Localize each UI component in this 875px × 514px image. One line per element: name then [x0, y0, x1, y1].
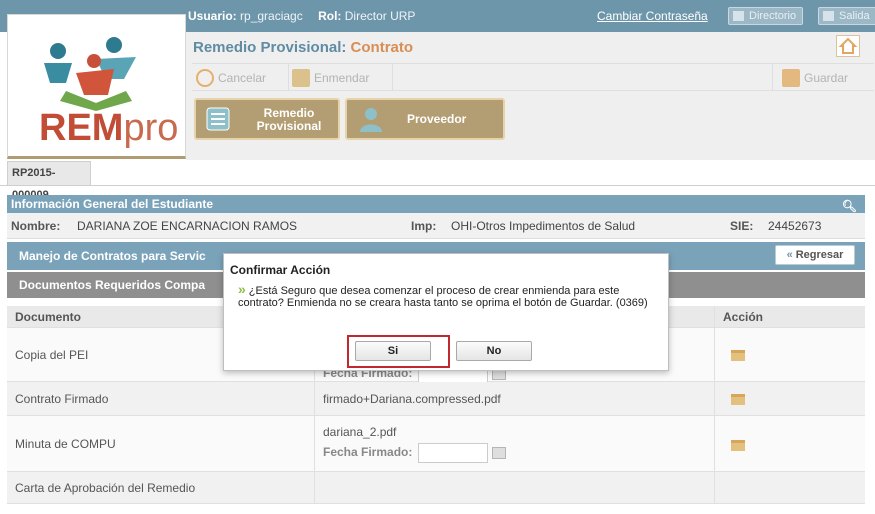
- logo-panel: REMpro: [7, 14, 186, 159]
- save-button[interactable]: Guardar: [782, 69, 848, 89]
- divider: [0, 185, 875, 186]
- double-arrow-right-icon: »: [238, 281, 246, 297]
- file-cell: [315, 472, 715, 503]
- dialog-message-container: » ¿Está Seguro que desea comenzar el proc…: [238, 281, 658, 309]
- home-icon: [838, 37, 858, 54]
- title-suffix: Contrato: [350, 39, 414, 56]
- tab-record-id[interactable]: RP2015-000009: [7, 161, 91, 201]
- student-info-header: Información General del Estudiante 🔍︎: [7, 195, 865, 213]
- file-link[interactable]: firmado+Dariana.compressed.pdf: [315, 382, 715, 415]
- dialog-title: Confirmar Acción: [230, 263, 331, 277]
- dialog-message: ¿Está Seguro que desea comenzar el proce…: [238, 285, 648, 309]
- list-icon: [206, 107, 230, 131]
- documents-title: Documentos Requeridos Compa: [19, 278, 206, 292]
- remedio-label: Remedio Provisional: [244, 107, 334, 133]
- cancel-icon: [196, 69, 214, 87]
- save-icon: [782, 69, 800, 87]
- sie-label: SIE:: [730, 219, 754, 233]
- imp-value: OHI-Otros Impedimentos de Salud: [451, 219, 636, 233]
- exit-icon: [823, 11, 834, 21]
- header-area: Remedio Provisional: Contrato Cancelar E…: [186, 32, 875, 160]
- cancel-button[interactable]: Cancelar: [196, 69, 266, 89]
- name-label: Nombre:: [11, 219, 61, 233]
- student-info-row: Nombre: DARIANA ZOE ENCARNACION RAMOS Im…: [7, 213, 865, 239]
- sie-value: 24452673: [768, 219, 822, 233]
- file-cell: dariana_2.pdf Fecha Firmado:: [315, 416, 715, 471]
- document-name: Minuta de COMPU: [7, 416, 315, 471]
- person-icon: [360, 108, 382, 132]
- date-signed-label: Fecha Firmado:: [323, 445, 413, 460]
- table-row: Contrato Firmado firmado+Dariana.compres…: [7, 382, 865, 416]
- imp-label: Imp:: [411, 219, 437, 233]
- exit-label: Salida: [839, 10, 870, 22]
- action-toolbar: Cancelar Enmendar Guardar: [192, 63, 874, 91]
- logo-text-pro: pro: [123, 107, 179, 149]
- print-icon[interactable]: [731, 394, 745, 405]
- action-cell: [715, 472, 865, 503]
- directory-button[interactable]: Directorio: [728, 7, 804, 25]
- logo-text-rem: REM: [39, 107, 124, 149]
- remedio-label-line2: Provisional: [256, 119, 322, 133]
- logo-text: REMpro: [39, 107, 178, 150]
- document-name: Contrato Firmado: [7, 382, 315, 415]
- user-value: rp_graciagc: [240, 9, 303, 23]
- back-button[interactable]: «Regresar: [775, 245, 855, 265]
- page-title: Remedio Provisional: Contrato: [193, 39, 413, 56]
- calendar-icon[interactable]: [492, 447, 507, 459]
- file-link[interactable]: dariana_2.pdf: [323, 425, 396, 439]
- amend-label: Enmendar: [314, 71, 370, 85]
- table-row: Minuta de COMPU dariana_2.pdf Fecha Firm…: [7, 416, 865, 472]
- user-info: Usuario: rp_graciagc Rol: Director URP: [188, 9, 427, 23]
- no-button[interactable]: No: [456, 341, 532, 361]
- action-cell: [715, 382, 865, 415]
- directory-icon: [733, 11, 744, 21]
- user-label: Usuario:: [188, 9, 237, 23]
- remedio-provisional-button[interactable]: Remedio Provisional: [194, 98, 340, 140]
- cancel-label: Cancelar: [218, 71, 267, 85]
- action-cell: [715, 416, 865, 471]
- remppro-logo-figure: [44, 37, 136, 111]
- print-icon[interactable]: [731, 350, 745, 361]
- amend-button[interactable]: Enmendar: [292, 69, 369, 89]
- document-name: Carta de Aprobación del Remedio: [7, 472, 315, 503]
- yes-button-highlight: [347, 335, 450, 368]
- directory-label: Directorio: [749, 10, 797, 22]
- double-chevron-left-icon: «: [786, 249, 793, 261]
- name-value: DARIANA ZOE ENCARNACION RAMOS: [77, 219, 298, 233]
- provider-button[interactable]: Proveedor: [345, 98, 505, 140]
- save-label: Guardar: [804, 71, 849, 85]
- contracts-title: Manejo de Contratos para Servic: [19, 249, 206, 263]
- date-signed-input[interactable]: [418, 443, 489, 463]
- title-prefix: Remedio Provisional:: [193, 39, 347, 56]
- table-row: Carta de Aprobación del Remedio: [7, 472, 865, 504]
- exit-button[interactable]: Salida: [818, 7, 875, 25]
- print-icon[interactable]: [731, 440, 745, 451]
- back-label: Regresar: [795, 249, 844, 261]
- role-value: Director URP: [344, 9, 416, 23]
- action-column-header: Acción: [723, 309, 764, 324]
- student-info-title: Información General del Estudiante: [11, 197, 214, 211]
- home-button[interactable]: [836, 35, 860, 57]
- amend-icon: [292, 69, 310, 87]
- action-cell: [715, 328, 865, 381]
- provider-label: Proveedor: [407, 112, 467, 126]
- change-password-link[interactable]: Cambiar Contraseña: [597, 9, 708, 23]
- role-label: Rol:: [318, 9, 342, 23]
